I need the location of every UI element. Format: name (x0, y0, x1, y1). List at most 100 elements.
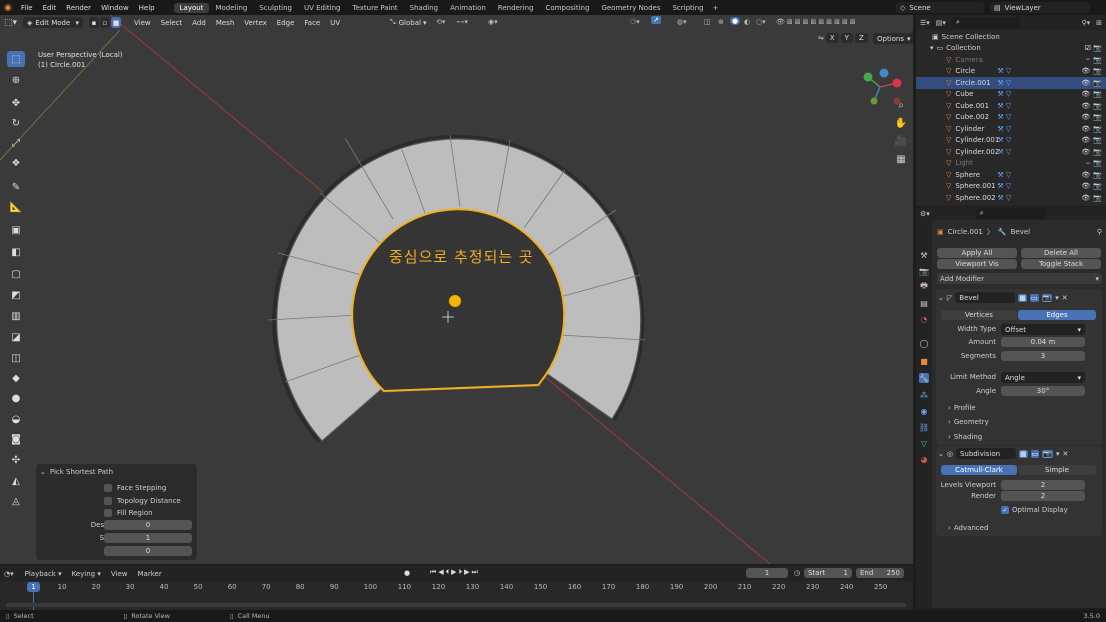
rip-tool[interactable]: ◭ (7, 473, 25, 489)
extrude-tool[interactable]: ◧ (7, 244, 25, 260)
visibility-eye-icon[interactable]: 👁 (1081, 90, 1090, 98)
editor-type-icon[interactable]: ⚙▾ (920, 210, 930, 218)
playhead[interactable]: 1 (27, 582, 40, 592)
tab-modeling[interactable]: Modeling (209, 3, 253, 13)
xray-icon[interactable]: ◫ (704, 18, 711, 26)
mode-selector[interactable]: ◈ Edit Mode ▾ (23, 17, 84, 28)
outliner-item[interactable]: ▽ Sphere.002 ⚒ ▽ 👁 📷 (916, 192, 1106, 204)
current-frame-field[interactable]: 1 (746, 568, 788, 578)
width-type-dropdown[interactable]: Offset ▾ (1001, 324, 1085, 335)
playback-menu[interactable]: Playback ▾ (20, 570, 67, 578)
topology-distance-checkbox[interactable] (104, 497, 112, 505)
face-stepping-row[interactable]: Face Stepping (36, 482, 197, 494)
annotate-tool[interactable]: ✎ (7, 179, 25, 195)
tab-uv-editing[interactable]: UV Editing (298, 3, 347, 13)
output-tab-icon[interactable]: 🖶 (919, 281, 929, 292)
bevel-name-field[interactable]: Bevel (955, 292, 1016, 303)
outliner-item[interactable]: ▽ Light ⌣ 📷 (916, 158, 1106, 170)
face-select-icon[interactable]: ■ (111, 17, 122, 28)
render-camera-icon[interactable]: 📷 (1093, 67, 1102, 75)
visibility-eye-icon[interactable]: 👁 (1081, 136, 1090, 144)
menu-mesh[interactable]: Mesh (211, 19, 239, 27)
outliner-item[interactable]: ▽ Cylinder.002 ⚒ ▽ 👁 📷 (916, 146, 1106, 158)
cursor-tool[interactable]: ⊕ (7, 72, 25, 88)
filter-icon[interactable]: ⚲▾ (1081, 19, 1090, 27)
transform-tool[interactable]: ❖ (7, 155, 25, 171)
timeline-view-menu[interactable]: View (106, 570, 133, 578)
bevel-tool[interactable]: ◩ (7, 287, 25, 303)
edit-mode-toggle-icon[interactable]: ▦ (1018, 449, 1028, 458)
render-camera-icon[interactable]: 📷 (1093, 102, 1102, 110)
knife-tool[interactable]: ◪ (7, 329, 25, 345)
close-icon[interactable]: ✕ (1062, 294, 1068, 302)
checkbox-icon[interactable]: ☑ 📷 (1085, 44, 1102, 52)
wireframe-shading-icon[interactable]: ⊕ (718, 18, 724, 26)
options-dropdown[interactable]: Options ▾ (873, 33, 913, 44)
outliner-item[interactable]: ▽ Sphere ⚒ ▽ 👁 📷 (916, 169, 1106, 181)
outliner-item[interactable]: ▽ Cube ⚒ ▽ 👁 📷 (916, 89, 1106, 101)
shading-subpanel[interactable]: › Shading (948, 433, 982, 441)
render-toggle-icon[interactable]: 📷 (1042, 449, 1053, 458)
scene-selector[interactable]: ◇ Scene (896, 2, 984, 13)
outliner[interactable]: ☰▾ ▤▾ ⌕ ⚲▾ ⊞ ▣ Scene Collection ▾ ▭ Collect… (916, 15, 1106, 206)
mirror-y-toggle[interactable]: Y (840, 33, 853, 43)
render-camera-icon[interactable]: 📷 (1093, 125, 1102, 133)
render-camera-icon[interactable]: 📷 (1093, 90, 1102, 98)
poly-build-tool[interactable]: ◫ (7, 350, 25, 366)
chevron-down-icon[interactable]: ▾ (1055, 294, 1059, 302)
levels-viewport-field[interactable]: 2 (1001, 480, 1085, 490)
editor-type-icon[interactable]: ☰▾ (920, 19, 930, 27)
new-collection-icon[interactable]: ⊞ (1096, 19, 1102, 27)
edge-select-icon[interactable]: ▫ (100, 17, 111, 28)
add-cube-tool[interactable]: ▣ (7, 222, 25, 238)
menu-view[interactable]: View (129, 19, 156, 27)
vertices-toggle[interactable]: Vertices (941, 310, 1017, 320)
shear-tool[interactable]: ✣ (7, 452, 25, 468)
view-object-types-icon[interactable]: ⚆▾ (630, 18, 640, 26)
bevel-header[interactable]: ⌄ ◸ Bevel ▦ ▭ 📷 ▾ ✕ (938, 292, 1100, 303)
material-tab-icon[interactable]: ◕ (919, 454, 929, 464)
scene-tab-icon[interactable]: ◔ (919, 314, 929, 324)
editor-type-icon[interactable]: ⬚▾ (4, 18, 17, 28)
pin-icon[interactable]: ⚲ (1097, 228, 1102, 236)
select-box-tool[interactable]: ⬚ (7, 51, 25, 67)
visibility-eye-icon[interactable]: ⌣ (1086, 159, 1091, 168)
menu-help[interactable]: Help (134, 4, 160, 12)
advanced-subpanel[interactable]: › Advanced (948, 524, 988, 532)
view-layer-selector[interactable]: ▤ ViewLayer (990, 2, 1090, 13)
object-tab-icon[interactable]: ■ (919, 356, 929, 366)
simple-toggle[interactable]: Simple (1018, 465, 1096, 475)
data-tab-icon[interactable]: ▽ (919, 438, 929, 448)
preview-range-icon[interactable]: ◷ (794, 569, 800, 577)
deselected-field[interactable]: 0 (104, 520, 192, 530)
toggle-stack-button[interactable]: Toggle Stack (1021, 259, 1101, 269)
properties-search-input[interactable]: ⌕ (975, 208, 1046, 219)
perspective-grid-icon[interactable]: ▦ (894, 152, 908, 166)
visibility-eye-icon[interactable]: 👁 (1081, 182, 1090, 190)
blender-logo-icon[interactable]: ◉ (4, 3, 12, 13)
zoom-icon[interactable]: ⌕ (894, 98, 908, 112)
timeline-scrollbar[interactable] (6, 603, 906, 607)
viewport-toggle-icon[interactable]: ▭ (1030, 449, 1040, 458)
mirror-z-toggle[interactable]: Z (854, 33, 868, 43)
clock-icon[interactable]: ◔▾ (4, 570, 14, 578)
tab-rendering[interactable]: Rendering (492, 3, 540, 13)
loop-cut-tool[interactable]: ▥ (7, 308, 25, 324)
outliner-search-input[interactable]: ⌕ (951, 17, 1020, 28)
render-camera-icon[interactable]: 📷 (1093, 182, 1102, 190)
smooth-tool[interactable]: ● (7, 390, 25, 406)
edit-mode-toggle-icon[interactable]: ▦ (1018, 293, 1027, 302)
fill-region-row[interactable]: Fill Region (36, 507, 197, 519)
render-camera-icon[interactable]: 📷 (1093, 56, 1102, 64)
marker-menu[interactable]: Marker (133, 570, 167, 578)
geometry-subpanel[interactable]: › Geometry (948, 418, 989, 426)
display-mode-icon[interactable]: ▤▾ (936, 19, 946, 27)
visibility-eye-icon[interactable]: ⌣ (1086, 55, 1091, 64)
render-camera-icon[interactable]: 📷 (1093, 159, 1102, 167)
outliner-item[interactable]: ▽ Sphere.001 ⚒ ▽ 👁 📷 (916, 181, 1106, 193)
pivot-icon[interactable]: ⟲▾ (436, 18, 445, 26)
record-icon[interactable]: ● (404, 569, 410, 577)
vertex-select-icon[interactable]: ▪ (89, 17, 100, 28)
visibility-eye-icon[interactable]: 👁 (1081, 125, 1090, 133)
delete-all-button[interactable]: Delete All (1021, 248, 1101, 258)
